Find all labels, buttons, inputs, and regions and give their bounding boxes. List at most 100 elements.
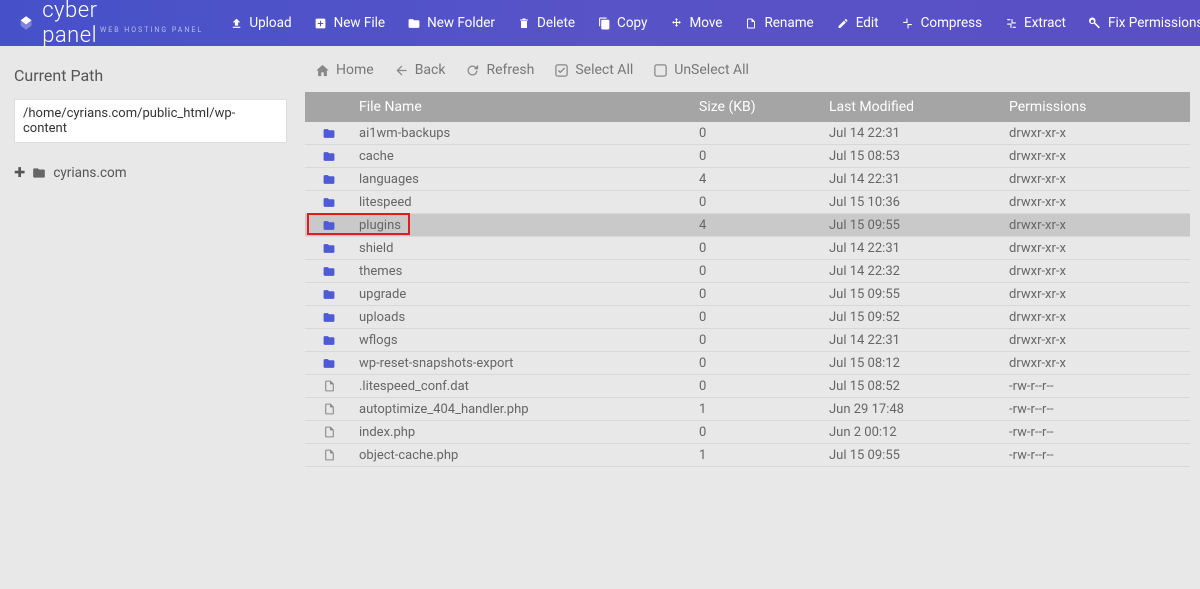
file-permissions: drwxr-xr-x: [1003, 310, 1190, 325]
folder-icon: [305, 196, 353, 209]
file-panel: Home Back Refresh Select All UnSelect Al…: [295, 46, 1200, 589]
file-permissions: drwxr-xr-x: [1003, 172, 1190, 187]
file-size: 0: [693, 356, 823, 371]
brand-name: cyber panel: [42, 0, 109, 48]
table-row[interactable]: upgrade0Jul 15 09:55drwxr-xr-x: [305, 283, 1190, 306]
file-size: 0: [693, 195, 823, 210]
brand-tagline: WEB HOSTING PANEL: [100, 26, 203, 34]
file-size: 0: [693, 425, 823, 440]
table-row[interactable]: autoptimize_404_handler.php1Jun 29 17:48…: [305, 398, 1190, 421]
upload-button[interactable]: Upload: [229, 15, 291, 31]
file-name: object-cache.php: [353, 448, 693, 463]
file-size: 0: [693, 149, 823, 164]
wrench-icon: [1088, 16, 1102, 30]
back-button[interactable]: Back: [394, 62, 446, 78]
file-size: 0: [693, 310, 823, 325]
col-perms[interactable]: Permissions: [1003, 99, 1190, 115]
current-path-title: Current Path: [14, 66, 287, 85]
file-permissions: -rw-r--r--: [1003, 425, 1190, 440]
brand-logo: cyber panel: [18, 0, 109, 48]
col-size[interactable]: Size (KB): [693, 99, 823, 115]
file-name: shield: [353, 241, 693, 256]
table-row[interactable]: wp-reset-snapshots-export0Jul 15 08:12dr…: [305, 352, 1190, 375]
table-row[interactable]: themes0Jul 14 22:32drwxr-xr-x: [305, 260, 1190, 283]
file-modified: Jul 14 22:31: [823, 241, 1003, 256]
plus-icon: [314, 16, 328, 30]
col-filename[interactable]: File Name: [353, 99, 693, 115]
table-row[interactable]: languages4Jul 14 22:31drwxr-xr-x: [305, 168, 1190, 191]
file-size: 0: [693, 333, 823, 348]
delete-button[interactable]: Delete: [517, 15, 575, 31]
table-row[interactable]: litespeed0Jul 15 10:36drwxr-xr-x: [305, 191, 1190, 214]
edit-button[interactable]: Edit: [836, 15, 879, 31]
file-modified: Jun 29 17:48: [823, 402, 1003, 417]
file-permissions: drwxr-xr-x: [1003, 287, 1190, 302]
file-size: 0: [693, 287, 823, 302]
table-row[interactable]: .litespeed_conf.dat0Jul 15 08:52-rw-r--r…: [305, 375, 1190, 398]
trash-icon: [517, 16, 531, 30]
move-button[interactable]: Move: [669, 15, 722, 31]
folder-icon: [305, 219, 353, 232]
file-permissions: -rw-r--r--: [1003, 402, 1190, 417]
file-modified: Jul 15 10:36: [823, 195, 1003, 210]
table-header: File Name Size (KB) Last Modified Permis…: [305, 92, 1190, 122]
file-modified: Jul 15 09:55: [823, 218, 1003, 233]
tree-root-label: cyrians.com: [53, 165, 126, 181]
copy-icon: [597, 16, 611, 30]
file-name: ai1wm-backups: [353, 126, 693, 141]
file-modified: Jul 15 08:53: [823, 149, 1003, 164]
file-permissions: drwxr-xr-x: [1003, 195, 1190, 210]
move-icon: [669, 16, 683, 30]
file-name: .litespeed_conf.dat: [353, 379, 693, 394]
home-button[interactable]: Home: [315, 62, 374, 78]
folder-icon: [305, 357, 353, 370]
table-row[interactable]: object-cache.php1Jul 15 09:55-rw-r--r--: [305, 444, 1190, 467]
table-row[interactable]: cache0Jul 15 08:53drwxr-xr-x: [305, 145, 1190, 168]
file-modified: Jul 15 09:55: [823, 448, 1003, 463]
file-permissions: -rw-r--r--: [1003, 448, 1190, 463]
unselectall-button[interactable]: UnSelect All: [653, 62, 749, 78]
table-row[interactable]: shield0Jul 14 22:31drwxr-xr-x: [305, 237, 1190, 260]
newfile-button[interactable]: New File: [314, 15, 385, 31]
upload-icon: [229, 16, 243, 30]
file-size: 4: [693, 172, 823, 187]
file-name: upgrade: [353, 287, 693, 302]
file-permissions: drwxr-xr-x: [1003, 149, 1190, 164]
selectall-button[interactable]: Select All: [554, 62, 633, 78]
home-icon: [315, 63, 330, 78]
col-modified[interactable]: Last Modified: [823, 99, 1003, 115]
file-icon: [305, 425, 353, 439]
table-row[interactable]: ai1wm-backups0Jul 14 22:31drwxr-xr-x: [305, 122, 1190, 145]
refresh-button[interactable]: Refresh: [465, 62, 534, 78]
file-name: wflogs: [353, 333, 693, 348]
folder-icon: [305, 334, 353, 347]
tree-root[interactable]: ✚ cyrians.com: [14, 165, 287, 181]
newfolder-button[interactable]: New Folder: [407, 15, 495, 31]
file-permissions: drwxr-xr-x: [1003, 356, 1190, 371]
file-size: 1: [693, 448, 823, 463]
file-icon: [305, 448, 353, 462]
file-modified: Jul 15 08:52: [823, 379, 1003, 394]
file-size: 0: [693, 126, 823, 141]
table-row[interactable]: uploads0Jul 15 09:52drwxr-xr-x: [305, 306, 1190, 329]
table-row[interactable]: wflogs0Jul 14 22:31drwxr-xr-x: [305, 329, 1190, 352]
extract-icon: [1004, 16, 1018, 30]
table-row[interactable]: index.php0Jun 2 00:12-rw-r--r--: [305, 421, 1190, 444]
file-permissions: -rw-r--r--: [1003, 379, 1190, 394]
refresh-icon: [465, 63, 480, 78]
file-name: plugins: [353, 218, 693, 233]
file-permissions: drwxr-xr-x: [1003, 241, 1190, 256]
table-row[interactable]: plugins4Jul 15 09:55drwxr-xr-x: [305, 214, 1190, 237]
fixperms-button[interactable]: Fix Permissions: [1088, 15, 1200, 31]
check-icon: [554, 63, 569, 78]
sidebar: Current Path /home/cyrians.com/public_ht…: [0, 46, 295, 589]
current-path-value[interactable]: /home/cyrians.com/public_html/wp-content: [14, 99, 287, 143]
compress-button[interactable]: Compress: [901, 15, 982, 31]
rename-button[interactable]: Rename: [744, 15, 813, 31]
edit-icon: [836, 16, 850, 30]
folder-icon: [31, 166, 47, 180]
extract-button[interactable]: Extract: [1004, 15, 1066, 31]
file-name: wp-reset-snapshots-export: [353, 356, 693, 371]
copy-button[interactable]: Copy: [597, 15, 647, 31]
file-modified: Jul 14 22:31: [823, 172, 1003, 187]
